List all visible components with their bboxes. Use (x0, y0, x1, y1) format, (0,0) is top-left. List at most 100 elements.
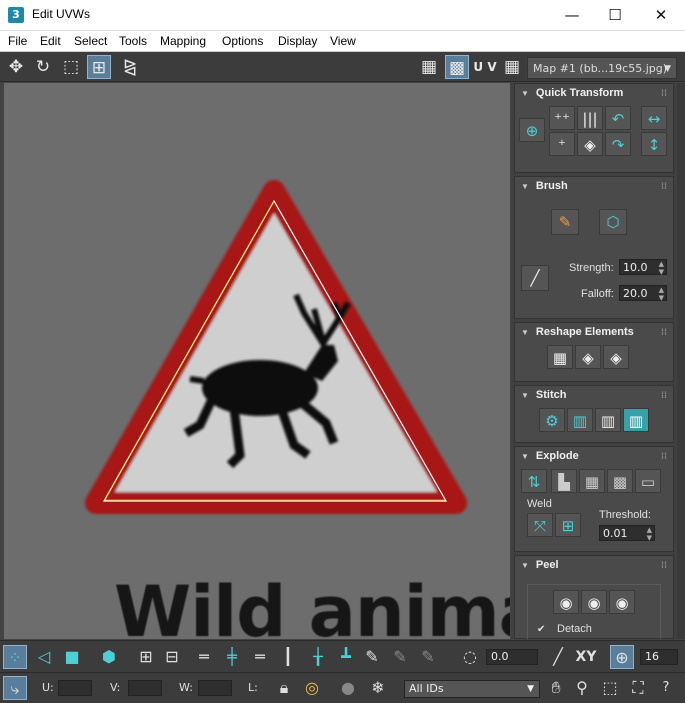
zoom-icon[interactable]: ⚲ (570, 676, 594, 700)
ring-shrink-icon[interactable]: ┻ (334, 645, 358, 669)
align-horizontal-icon[interactable]: ⁺⁺ (549, 106, 575, 130)
grid-spinner-field[interactable]: 16 (640, 649, 678, 665)
falloff-spinner[interactable]: 20.0 ▲ ▼ (619, 285, 667, 302)
relax-icon[interactable]: ◈ (575, 345, 601, 369)
paint-select-icon[interactable]: ✎ (360, 645, 384, 669)
v-field[interactable] (128, 680, 162, 696)
hide-icon[interactable]: ● (336, 676, 360, 700)
paint-shrink-icon[interactable]: ✎ (416, 645, 440, 669)
align-grid-icon[interactable]: ◈ (577, 132, 603, 156)
loop-select-icon[interactable]: ═ (192, 645, 216, 669)
strength-spinner[interactable]: 10.0 ▲ ▼ (619, 259, 667, 276)
show-map-icon[interactable]: ▩ (445, 55, 469, 79)
freeform-icon[interactable]: ⊞ (87, 55, 111, 79)
edge-mode-icon[interactable]: ◁ (32, 645, 56, 669)
uv-toggle[interactable]: U V (472, 55, 498, 79)
straighten-icon[interactable]: ▦ (547, 345, 573, 369)
shrink-selection-icon[interactable]: ⊟ (160, 645, 184, 669)
peel-reset-icon[interactable]: ◉ (609, 590, 635, 614)
move-icon[interactable]: ✥ (4, 55, 28, 79)
soft-select-icon[interactable]: ◌ (458, 645, 482, 669)
visibility-icon[interactable]: ◎ (300, 676, 324, 700)
rollout-header[interactable]: ▼ Stitch ⁞⁞ (515, 386, 673, 404)
menu-mapping[interactable]: Mapping (160, 34, 206, 48)
maximize-button[interactable]: ☐ (592, 0, 638, 31)
peel-mode-icon[interactable]: ◉ (581, 590, 607, 614)
close-button[interactable]: ✕ (638, 0, 684, 31)
falloff-spinner-field[interactable]: 0.0 (486, 649, 538, 665)
rotate-cw-icon[interactable]: ↷ (605, 132, 631, 156)
zoom-extents-icon[interactable]: ⛶ (626, 676, 650, 700)
detach-checkbox[interactable]: ✔ (537, 624, 545, 635)
uv-viewport[interactable]: Wild animals (4, 83, 510, 639)
stitch-source-icon[interactable]: ▥ (567, 408, 593, 432)
absolute-mode-icon[interactable]: ⤷ (3, 676, 27, 700)
vertex-mode-icon[interactable]: ⁘ (3, 645, 27, 669)
explode-grid-icon[interactable]: ▦ (579, 469, 605, 493)
paint-grow-icon[interactable]: ✎ (388, 645, 412, 669)
w-field[interactable] (198, 680, 232, 696)
align-vertical-icon[interactable]: ||| (577, 106, 603, 130)
stitch-custom-icon[interactable]: ⚙ (539, 408, 565, 432)
rollout-header[interactable]: ▼ Reshape Elements ⁞⁞ (515, 323, 673, 341)
falloff-type-icon[interactable]: ╱ (546, 645, 570, 669)
set-pivot-icon[interactable]: ⊕ (519, 118, 545, 142)
scale-icon[interactable]: ⬚ (59, 55, 83, 79)
zoom-region-icon[interactable]: ⬚ (598, 676, 622, 700)
minimize-button[interactable]: — (549, 0, 595, 31)
help-icon[interactable]: ? (654, 676, 678, 700)
polygon-mode-icon[interactable]: ■ (60, 645, 84, 669)
brush-falloff-icon[interactable]: ╱ (521, 265, 549, 291)
rollout-header[interactable]: ▼ Explode ⁞⁞ (515, 447, 673, 465)
ids-select[interactable]: All IDs ▼ (404, 680, 540, 698)
element-mode-icon[interactable]: ⬢ (97, 645, 121, 669)
scrollbar[interactable] (677, 83, 685, 639)
explode-polygons-icon[interactable]: ▙ (551, 469, 577, 493)
menu-view[interactable]: View (330, 34, 356, 48)
menu-select[interactable]: Select (74, 34, 107, 48)
paint-move-icon[interactable]: ✎ (551, 209, 579, 235)
ring-grow-icon[interactable]: ╁ (306, 645, 330, 669)
rotate-ccw-icon[interactable]: ↶ (605, 106, 631, 130)
rollout-header[interactable]: ▼ Peel ⁞⁞ (515, 556, 673, 574)
stitch-target-icon[interactable]: ▥ (623, 408, 649, 432)
explode-checker-icon[interactable]: ▩ (607, 469, 633, 493)
rollout-header[interactable]: ▼ Brush ⁞⁞ (515, 177, 673, 195)
snap-grid-icon[interactable]: ⊕ (610, 645, 634, 669)
loop-shrink-icon[interactable]: ═ (248, 645, 272, 669)
ring-select-icon[interactable]: ┃ (276, 645, 300, 669)
menu-bar: File Edit Select Tools Mapping Options D… (0, 31, 685, 52)
pan-icon[interactable]: ✋︎ (544, 676, 568, 700)
map-settings-icon[interactable]: ▦ (500, 55, 524, 79)
rotate-icon[interactable]: ↻ (31, 55, 55, 79)
freeze-icon[interactable]: ❄ (366, 676, 390, 700)
checker-icon[interactable]: ▦ (417, 55, 441, 79)
grow-selection-icon[interactable]: ⊞ (134, 645, 158, 669)
menu-tools[interactable]: Tools (119, 34, 147, 48)
align-corner-icon[interactable]: ⁺ (549, 132, 575, 156)
break-icon[interactable]: ⇅ (521, 469, 547, 493)
xy-toggle[interactable]: XY (572, 645, 600, 669)
weld-target-icon[interactable]: ⊞ (555, 513, 581, 537)
u-field[interactable] (58, 680, 92, 696)
threshold-spinner[interactable]: 0.01 ▲ ▼ (599, 525, 655, 542)
loop-grow-icon[interactable]: ╪ (220, 645, 244, 669)
lock-icon[interactable]: 🔒︎ (272, 676, 296, 700)
mirror-icon[interactable]: ⧎ (118, 55, 142, 79)
menu-file[interactable]: File (8, 34, 27, 48)
rollout-header[interactable]: ▼ Quick Transform ⁞⁞ (515, 84, 673, 102)
flatten-icon[interactable]: ◈ (603, 345, 629, 369)
space-vertical-icon[interactable]: ↕ (641, 132, 667, 156)
map-select-dropdown[interactable]: Map #1 (bb...19c55.jpg) ▼ (527, 57, 677, 79)
rollout-peel: ▼ Peel ⁞⁞ ◉ ◉ ◉ ✔ Detach (514, 555, 674, 639)
weld-selected-icon[interactable]: ⤧ (527, 513, 553, 537)
menu-display[interactable]: Display (278, 34, 317, 48)
space-horizontal-icon[interactable]: ↔ (641, 106, 667, 130)
relax-brush-icon[interactable]: ⬡ (599, 209, 627, 235)
explode-flat-icon[interactable]: ▭ (635, 469, 661, 493)
window-title: Edit UVWs (32, 7, 91, 21)
stitch-average-icon[interactable]: ▥ (595, 408, 621, 432)
peel-quick-icon[interactable]: ◉ (553, 590, 579, 614)
menu-options[interactable]: Options (222, 34, 263, 48)
menu-edit[interactable]: Edit (40, 34, 61, 48)
